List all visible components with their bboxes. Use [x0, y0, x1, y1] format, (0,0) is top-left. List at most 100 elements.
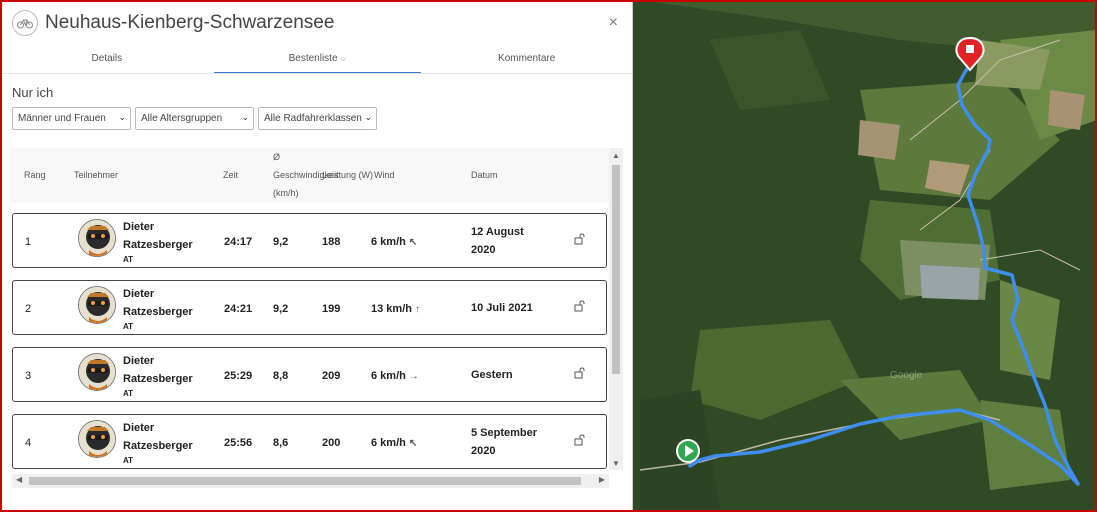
date-line-1: 10 Juli 2021 — [471, 302, 533, 314]
bicycle-icon — [12, 10, 38, 36]
rider-class-select-value: Alle Radfahrerklassen — [264, 113, 362, 124]
close-icon[interactable]: × — [609, 14, 618, 32]
country-code: AT — [123, 322, 134, 331]
first-name: Dieter — [123, 355, 155, 367]
wind-cell: 6 km/h ↖ — [371, 437, 417, 449]
date-line-2: 2020 — [471, 445, 496, 457]
col-participant[interactable]: Teilnehmer — [74, 170, 118, 180]
horizontal-scrollbar[interactable]: ◀ ▶ — [12, 474, 609, 488]
speed-cell: 9,2 — [273, 236, 289, 248]
segment-title: Neuhaus-Kienberg-Schwarzensee — [45, 12, 335, 33]
table-row[interactable]: 3 Dieter Ratzesberger AT 25:29 8,8 209 6… — [12, 347, 607, 402]
speed-cell: 9,2 — [273, 303, 289, 315]
date-line-2: 2020 — [471, 244, 496, 256]
start-marker[interactable] — [676, 439, 700, 463]
date-cell: Gestern — [471, 366, 513, 384]
wind-direction-icon: ↑ — [415, 304, 421, 315]
rank-cell: 3 — [25, 370, 32, 382]
first-name: Dieter — [123, 288, 155, 300]
speed-cell: 8,8 — [273, 370, 289, 382]
rank-cell: 1 — [25, 236, 32, 248]
col-power[interactable]: Leistung (W) — [322, 170, 373, 180]
scroll-left-icon[interactable]: ◀ — [16, 475, 22, 484]
date-line-1: Gestern — [471, 369, 513, 381]
table-row[interactable]: 1 Dieter Ratzesberger AT 24:17 9,2 188 6… — [12, 213, 607, 268]
last-name: Ratzesberger — [123, 440, 193, 452]
avatar[interactable] — [78, 219, 116, 257]
tab-bar: Details Bestenliste ⌵ Kommentare — [0, 46, 632, 74]
gender-select-value: Männer und Frauen — [18, 113, 106, 124]
unlock-icon[interactable] — [574, 300, 586, 312]
participant-name[interactable]: Dieter Ratzesberger — [123, 419, 193, 455]
chevron-down-icon: ⌄ — [116, 112, 126, 123]
rank-cell: 4 — [25, 437, 32, 449]
date-cell: 10 Juli 2021 — [471, 299, 533, 317]
wind-direction-icon: ↖ — [408, 237, 418, 248]
country-code: AT — [123, 389, 134, 398]
col-speed-unit: (km/h) — [273, 188, 299, 198]
scroll-down-icon[interactable]: ▼ — [612, 459, 620, 468]
wind-cell: 6 km/h → — [371, 370, 419, 382]
chevron-down-icon: ⌄ — [362, 112, 372, 123]
vertical-scrollbar[interactable]: ▲ ▼ — [609, 148, 623, 470]
scroll-right-icon[interactable]: ▶ — [599, 475, 605, 484]
country-code: AT — [123, 456, 134, 465]
power-cell: 188 — [322, 236, 341, 248]
table-header: Rang Teilnehmer Zeit Ø Geschwindigkeit (… — [10, 148, 623, 203]
rider-class-select[interactable]: Alle Radfahrerklassen ⌄ — [258, 107, 377, 130]
wind-speed: 13 km/h — [371, 303, 412, 315]
filter-only-me[interactable]: Nur ich — [0, 74, 632, 107]
wind-cell: 13 km/h ↑ — [371, 303, 420, 315]
tab-leaderboard-label: Bestenliste — [288, 53, 338, 64]
wind-cell: 6 km/h ↖ — [371, 236, 417, 248]
participant-name[interactable]: Dieter Ratzesberger — [123, 218, 193, 254]
date-cell: 12 August 2020 — [471, 223, 524, 259]
power-cell: 200 — [322, 437, 341, 449]
unlock-icon[interactable] — [574, 233, 586, 245]
wind-direction-icon: → — [408, 371, 419, 382]
avatar[interactable] — [78, 420, 116, 458]
date-line-1: 5 September — [471, 427, 538, 439]
time-cell: 24:17 — [224, 236, 253, 248]
first-name: Dieter — [123, 422, 155, 434]
vertical-scroll-thumb[interactable] — [612, 165, 620, 374]
chevron-down-icon: ⌄ — [239, 112, 249, 123]
wind-direction-icon: ↖ — [408, 438, 418, 449]
participant-name[interactable]: Dieter Ratzesberger — [123, 285, 193, 321]
tab-comments[interactable]: Kommentare — [421, 46, 632, 73]
age-group-select[interactable]: Alle Altersgruppen ⌄ — [135, 107, 254, 130]
participant-name[interactable]: Dieter Ratzesberger — [123, 352, 193, 388]
scroll-up-icon[interactable]: ▲ — [612, 151, 620, 160]
col-rank[interactable]: Rang — [24, 170, 46, 180]
time-cell: 25:56 — [224, 437, 253, 449]
table-row[interactable]: 2 Dieter Ratzesberger AT 24:21 9,2 199 1… — [12, 280, 607, 335]
col-speed-avg: Ø — [273, 152, 281, 162]
horizontal-scroll-thumb[interactable] — [29, 477, 581, 485]
gender-select[interactable]: Männer und Frauen ⌄ — [12, 107, 131, 130]
date-cell: 5 September 2020 — [471, 424, 537, 460]
time-cell: 24:21 — [224, 303, 253, 315]
last-name: Ratzesberger — [123, 239, 193, 251]
unlock-icon[interactable] — [574, 434, 586, 446]
tab-details[interactable]: Details — [0, 46, 214, 73]
last-name: Ratzesberger — [123, 306, 193, 318]
tab-leaderboard[interactable]: Bestenliste ⌵ — [213, 46, 422, 73]
col-wind[interactable]: Wind — [374, 170, 395, 180]
segment-panel: Neuhaus-Kienberg-Schwarzensee × Details … — [0, 0, 633, 512]
col-date[interactable]: Datum — [471, 170, 498, 180]
wind-speed: 6 km/h — [371, 370, 406, 382]
wind-speed: 6 km/h — [371, 437, 406, 449]
age-group-select-value: Alle Altersgruppen — [141, 113, 223, 124]
rank-cell: 2 — [25, 303, 32, 315]
date-line-1: 12 August — [471, 226, 524, 238]
unlock-icon[interactable] — [574, 367, 586, 379]
avatar[interactable] — [78, 286, 116, 324]
avatar[interactable] — [78, 353, 116, 391]
last-name: Ratzesberger — [123, 373, 193, 385]
power-cell: 199 — [322, 303, 341, 315]
chevron-down-icon: ⌵ — [340, 54, 347, 63]
panel-header: Neuhaus-Kienberg-Schwarzensee × — [0, 0, 632, 46]
col-time[interactable]: Zeit — [223, 170, 238, 180]
table-row[interactable]: 4 Dieter Ratzesberger AT 25:56 8,6 200 6… — [12, 414, 607, 469]
first-name: Dieter — [123, 221, 155, 233]
